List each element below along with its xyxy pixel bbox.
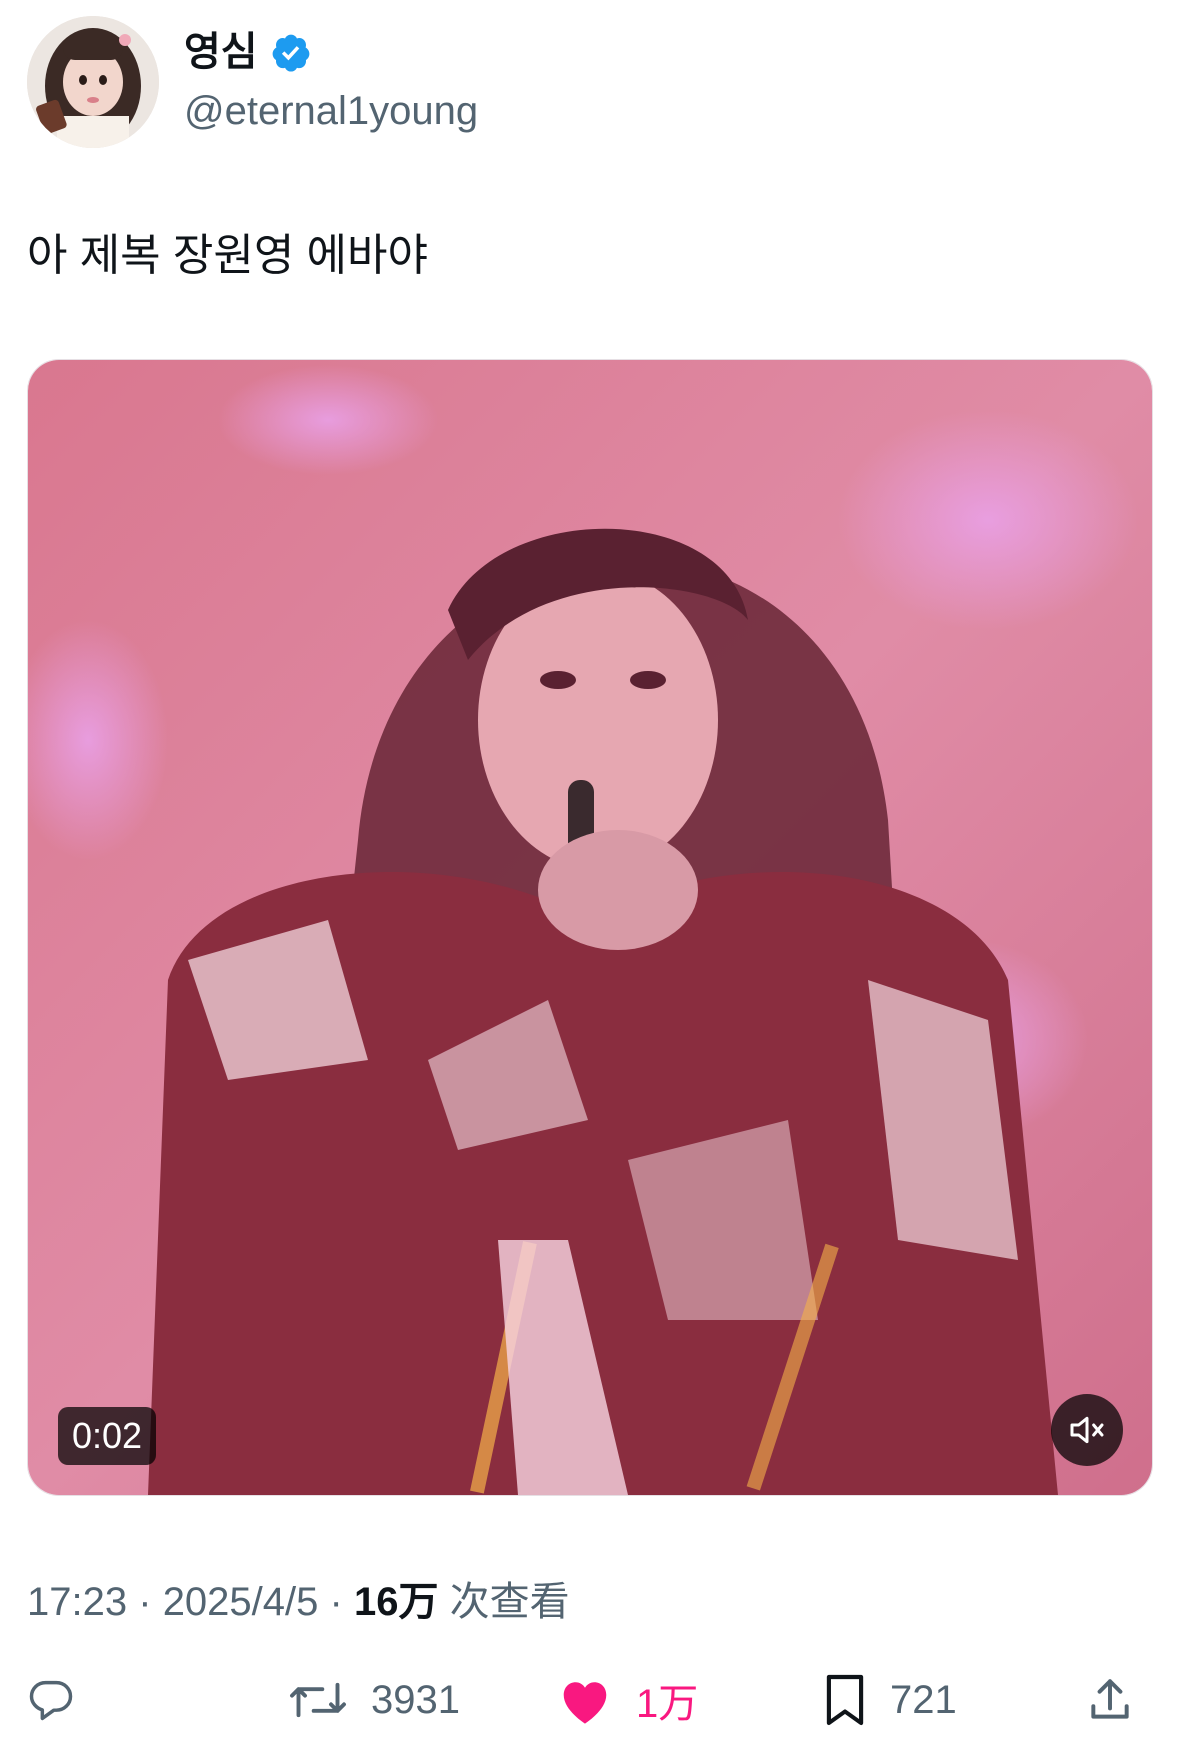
bookmark-icon (826, 1674, 864, 1726)
video-player[interactable]: 0:02 (27, 359, 1153, 1496)
mute-button[interactable] (1051, 1394, 1123, 1466)
verified-badge-icon (272, 34, 310, 72)
retweet-count: 3931 (371, 1677, 460, 1722)
reply-button[interactable] (25, 1660, 99, 1740)
views-count[interactable]: 16万 (354, 1580, 439, 1624)
tweet-date[interactable]: 2025/4/5 (163, 1580, 319, 1624)
user-handle[interactable]: @eternal1young (184, 86, 478, 136)
video-frame (28, 360, 1152, 1495)
bookmark-count: 721 (890, 1677, 957, 1722)
avatar-image (27, 16, 159, 148)
action-bar: 3931 1万 721 (0, 1660, 1179, 1740)
heart-icon (563, 1682, 607, 1724)
bookmark-button[interactable]: 721 (822, 1660, 957, 1740)
tweet-time[interactable]: 17:23 (27, 1580, 127, 1624)
like-count: 1万 (636, 1682, 699, 1726)
like-button[interactable]: 1万 (556, 1660, 698, 1740)
views-label: 次查看 (449, 1580, 570, 1624)
retweet-button[interactable]: 3931 (287, 1660, 460, 1740)
avatar[interactable] (27, 16, 159, 148)
video-duration: 0:02 (58, 1407, 157, 1465)
reply-icon (29, 1680, 73, 1721)
share-icon (1091, 1679, 1129, 1719)
retweet-icon (290, 1682, 346, 1718)
meta-separator: · (138, 1580, 152, 1624)
speaker-muted-icon (1070, 1416, 1104, 1444)
display-name[interactable]: 영심 (184, 28, 258, 76)
meta-separator: · (329, 1580, 343, 1624)
tweet-meta: 17:23 · 2025/4/5 · 16万 次查看 (27, 1576, 570, 1628)
share-button[interactable] (1085, 1660, 1135, 1740)
tweet-text: 아 제복 장원영 에바야 (27, 231, 428, 280)
